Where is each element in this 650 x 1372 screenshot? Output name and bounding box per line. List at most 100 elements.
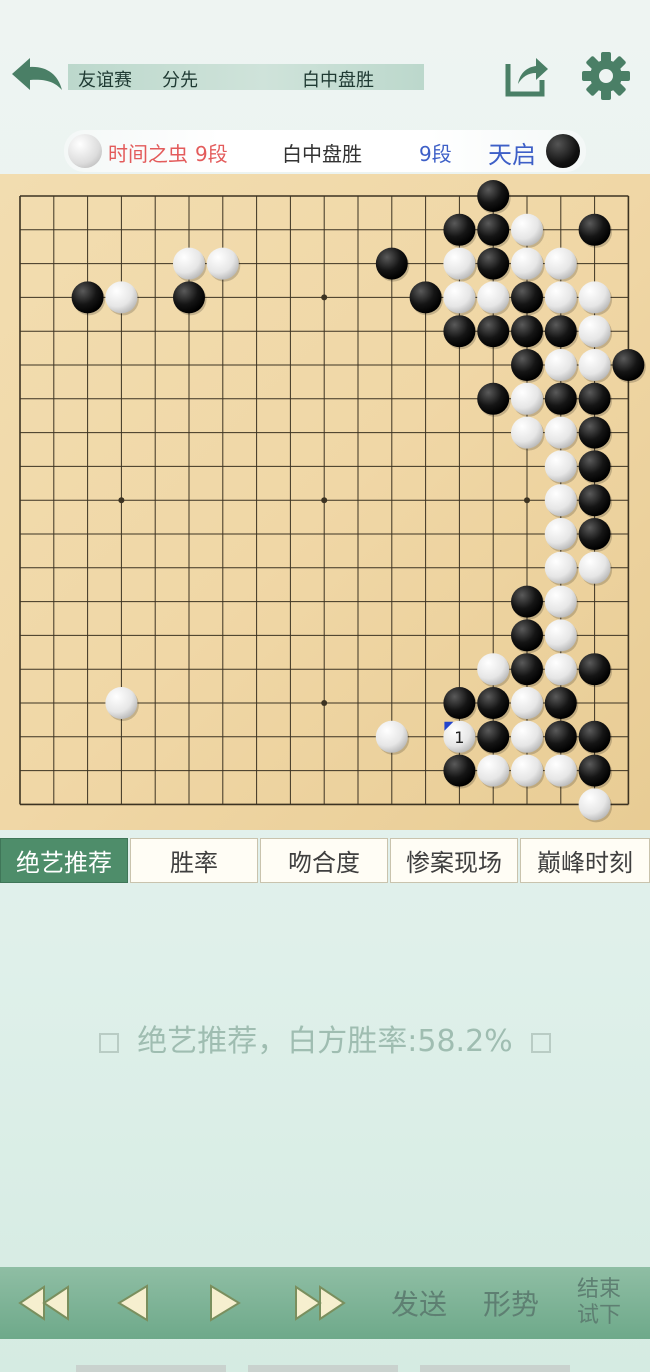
black-stone [612,349,645,381]
fast-forward-icon [295,1285,346,1321]
white-stone [578,788,611,821]
move-number-label: 1 [454,728,464,747]
white-stone [544,653,577,686]
black-stone [578,213,611,246]
white-player-name: 时间之虫 [108,142,188,166]
black-stone [578,720,611,753]
tab-peak-moments[interactable]: 巅峰时刻 [520,838,650,883]
white-stone [544,450,577,483]
black-stone [578,754,611,787]
black-stone [477,247,510,280]
white-stone [578,551,611,584]
white-stone [544,518,577,550]
edge-bar [248,1365,398,1372]
black-stone [578,416,611,449]
edge-bar [76,1365,226,1372]
black-stone [443,754,476,787]
go-board[interactable]: 1 [0,174,650,830]
black-stone [477,382,510,415]
white-stone [544,349,577,381]
white-stone [511,754,543,787]
black-player-name: 天启 [488,141,536,169]
settings-button[interactable] [580,50,632,102]
bottom-edge-bars [0,1365,650,1372]
black-stone [578,484,611,517]
event-name: 友谊赛 [78,70,132,91]
black-stone [544,315,577,348]
white-stone [544,281,577,314]
back-button[interactable] [8,52,66,98]
share-button[interactable] [502,52,550,98]
white-stone [578,315,611,348]
first-move-button[interactable] [4,1267,84,1339]
star-point [321,294,328,301]
black-stone [173,281,205,314]
white-stone [511,720,543,753]
white-stone [511,416,543,449]
star-point [118,497,125,504]
top-bar: 友谊赛 分先 白中盘胜 [0,0,650,125]
white-stone [511,213,543,246]
board-canvas[interactable]: 1 [0,174,650,830]
white-stone [477,653,510,686]
star-point [321,700,328,706]
white-stone [511,687,543,719]
white-stone [544,551,577,584]
star-point [321,497,328,504]
black-stone [477,315,510,348]
send-button[interactable]: 发送 [382,1267,456,1339]
bottom-toolbar: 发送 形势 结束 试下 [0,1267,650,1339]
handicap-text: 分先 [162,70,198,91]
black-stone [443,213,476,246]
star-point [524,497,530,504]
black-stone [511,281,543,314]
edge-bar [420,1365,570,1372]
white-stone [544,619,577,652]
step-backward-icon [117,1284,148,1322]
end-trial-label-2: 试下 [576,1303,621,1328]
black-stone [477,720,510,753]
black-stone [511,585,543,618]
black-stone [578,450,611,483]
game-info-strip: 友谊赛 分先 白中盘胜 [68,64,424,91]
prev-move-button[interactable] [94,1267,174,1339]
black-stone [375,247,408,280]
tab-recommend[interactable]: 绝艺推荐 [0,838,128,883]
recommendation-panel: 绝艺推荐，白方胜率:58.2% [0,1018,650,1068]
recommendation-text: 绝艺推荐，白方胜率:58.2% [137,1024,513,1059]
ornament-left-icon [99,1032,120,1053]
last-move-button[interactable] [280,1267,360,1339]
white-stone [375,720,408,753]
black-stone [511,653,543,686]
end-trial-button[interactable]: 结束 试下 [562,1267,636,1339]
fast-backward-icon [18,1285,69,1321]
white-stone [578,281,611,314]
white-stone [544,247,577,280]
black-stone [578,653,611,686]
players-bar: 时间之虫 9段 白中盘胜 9段 天启 [64,130,586,172]
black-stone [443,315,476,348]
black-stone [477,213,510,246]
white-stone [443,247,476,280]
white-stone [477,754,510,787]
white-stone [105,281,138,314]
situation-button[interactable]: 形势 [474,1267,548,1339]
black-player-rank: 9段 [419,142,452,166]
black-stone [511,619,543,652]
tab-win-rate[interactable]: 胜率 [130,838,258,883]
white-stone [477,281,510,314]
white-stone [443,281,476,314]
black-stone [443,687,476,719]
next-move-button[interactable] [184,1267,264,1339]
black-stone [477,687,510,719]
gear-icon [582,52,630,100]
back-arrow-icon [12,58,62,90]
tab-blunders[interactable]: 惨案现场 [390,838,518,883]
white-stone [105,687,138,719]
white-stone [173,247,205,280]
white-stone [544,754,577,787]
ornament-right-icon [530,1032,551,1053]
black-stone [511,315,543,348]
tab-match-rate[interactable]: 吻合度 [260,838,388,883]
white-stone-icon [68,134,102,168]
